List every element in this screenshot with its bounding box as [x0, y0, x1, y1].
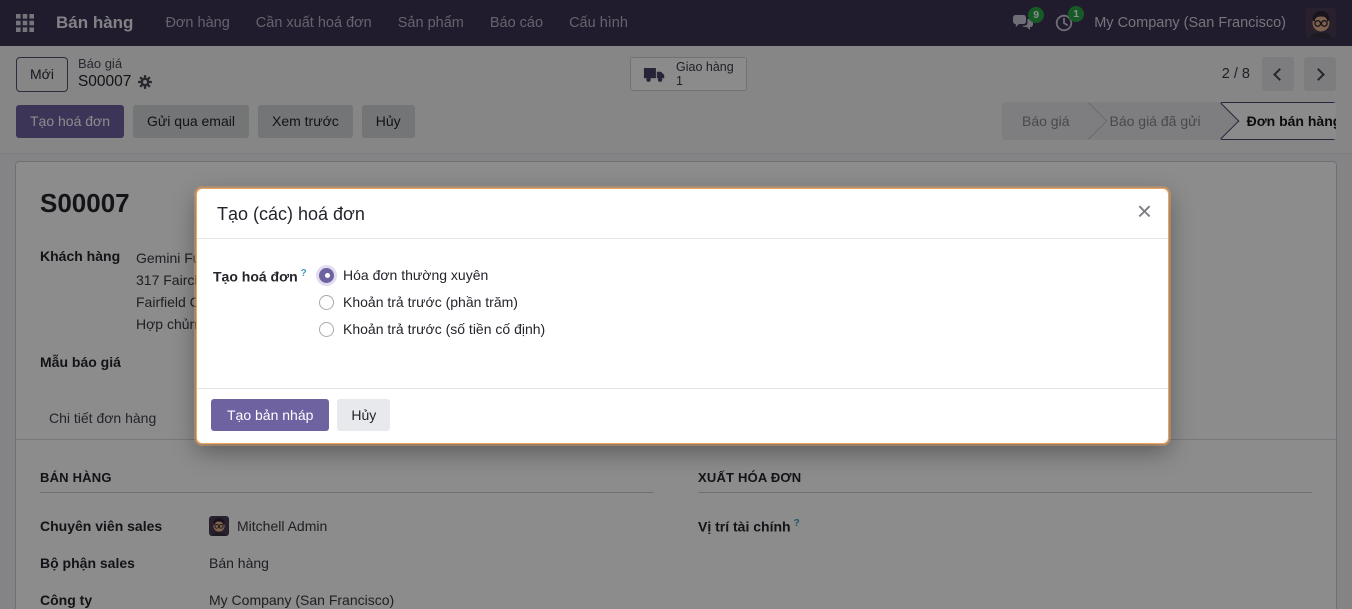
create-invoice-field-label: Tạo hoá đơn? — [213, 267, 319, 378]
invoice-options-radiogroup: Hóa đơn thường xuyên Khoản trả trước (ph… — [319, 267, 545, 378]
dialog-title: Tạo (các) hoá đơn — [217, 204, 365, 224]
dialog-header: Tạo (các) hoá đơn × — [197, 189, 1168, 239]
dialog-body: Tạo hoá đơn? Hóa đơn thường xuyên Khoản … — [197, 239, 1168, 388]
option-label: Hóa đơn thường xuyên — [343, 267, 488, 283]
dialog-cancel-button[interactable]: Hủy — [337, 399, 390, 431]
option-label: Khoản trả trước (số tiền cố định) — [343, 321, 545, 337]
help-icon: ? — [301, 268, 307, 279]
option-down-payment-fixed[interactable]: Khoản trả trước (số tiền cố định) — [319, 321, 545, 337]
option-regular-invoice[interactable]: Hóa đơn thường xuyên — [319, 267, 545, 283]
odoo-sales-screen: Bán hàng Đơn hàng Cần xuất hoá đơn Sản p… — [0, 0, 1352, 609]
create-invoice-field-label-text: Tạo hoá đơn — [213, 269, 298, 285]
radio-button-icon[interactable] — [319, 268, 334, 283]
create-invoices-dialog: Tạo (các) hoá đơn × Tạo hoá đơn? Hóa đơn… — [196, 188, 1169, 444]
radio-button-icon[interactable] — [319, 295, 334, 310]
dialog-footer: Tạo bản nháp Hủy — [197, 388, 1168, 443]
option-label: Khoản trả trước (phần trăm) — [343, 294, 518, 310]
create-draft-button[interactable]: Tạo bản nháp — [211, 399, 329, 431]
radio-button-icon[interactable] — [319, 322, 334, 337]
close-icon[interactable]: × — [1137, 198, 1152, 224]
option-down-payment-percentage[interactable]: Khoản trả trước (phần trăm) — [319, 294, 545, 310]
